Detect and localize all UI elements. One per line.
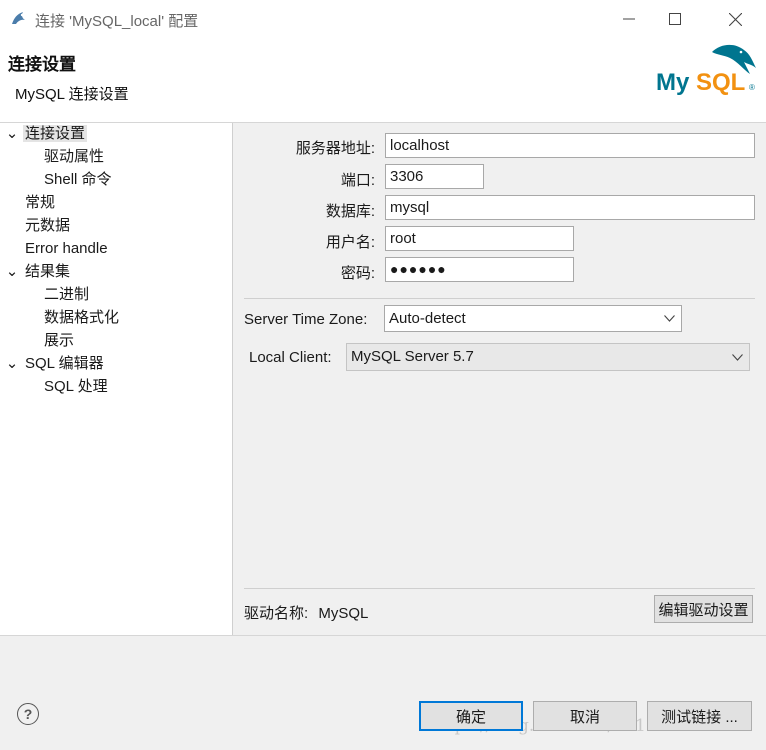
password-label: 密码: <box>340 265 375 282</box>
driver-name-label: 驱动名称: MySQL <box>244 602 368 623</box>
tree-item-label: Error handle <box>25 240 108 257</box>
tree-item-label: 常规 <box>25 194 56 211</box>
ok-button[interactable]: 确定 <box>419 701 523 731</box>
tree-item-binary[interactable]: 二进制 <box>44 284 89 306</box>
logo-text-my: My <box>656 69 690 96</box>
page-title: 连接设置 <box>8 55 76 74</box>
tree-item-general[interactable]: 常规 <box>25 192 55 214</box>
tree-item-connection-settings[interactable]: ⌄ 连接设置 <box>0 123 88 145</box>
divider <box>244 588 755 589</box>
edit-driver-settings-button[interactable]: 编辑驱动设置 <box>654 595 753 623</box>
settings-tree: ⌄ 连接设置 驱动属性 Shell 命令 常规 元数据 Error handle… <box>0 123 233 635</box>
timezone-label: Server Time Zone: <box>244 311 368 328</box>
dialog-header: 连接设置 MySQL 连接设置 My SQL ® <box>0 38 766 123</box>
maximize-icon <box>669 13 681 25</box>
close-button[interactable] <box>712 0 758 38</box>
tree-item-shell-commands[interactable]: Shell 命令 <box>44 169 112 191</box>
port-input[interactable]: 3306 <box>385 164 484 189</box>
tree-item-label: 数据格式化 <box>44 309 120 326</box>
username-label: 用户名: <box>325 234 375 251</box>
minimize-button[interactable] <box>606 0 652 38</box>
tree-item-driver-properties[interactable]: 驱动属性 <box>44 146 104 168</box>
chevron-down-icon <box>664 306 675 331</box>
database-input[interactable]: mysql <box>385 195 755 220</box>
chevron-down-icon[interactable]: ⌄ <box>6 123 19 145</box>
tree-item-label: 连接设置 <box>23 125 88 142</box>
title-bar: 连接 'MySQL_local' 配置 <box>0 0 766 38</box>
port-label: 端口: <box>340 172 375 189</box>
tree-item-data-formatting[interactable]: 数据格式化 <box>44 307 119 329</box>
tree-item-error-handle[interactable]: Error handle <box>25 238 108 260</box>
tree-item-metadata[interactable]: 元数据 <box>25 215 70 237</box>
tree-item-label: 结果集 <box>25 263 71 280</box>
chevron-down-icon[interactable]: ⌄ <box>6 353 19 375</box>
driver-name-value: MySQL <box>318 605 369 622</box>
window-title: 连接 'MySQL_local' 配置 <box>35 13 199 30</box>
maximize-button[interactable] <box>652 0 698 38</box>
cancel-button[interactable]: 取消 <box>533 701 637 731</box>
host-label: 服务器地址: <box>295 140 375 157</box>
password-input[interactable]: ●●●●●● <box>385 257 574 282</box>
logo-text-sql: SQL <box>696 69 745 96</box>
timezone-select[interactable]: Auto-detect <box>384 305 682 332</box>
mysql-logo: My SQL ® <box>656 44 756 96</box>
dbeaver-beaver-icon <box>12 12 25 24</box>
chevron-down-icon[interactable]: ⌄ <box>6 261 19 283</box>
tree-item-result-sets[interactable]: ⌄ 结果集 <box>0 261 72 283</box>
host-input[interactable]: localhost <box>385 133 755 158</box>
tree-item-label: SQL 编辑器 <box>25 355 104 372</box>
tree-item-sql-processing[interactable]: SQL 处理 <box>44 376 108 398</box>
tree-item-label: 元数据 <box>25 217 71 234</box>
close-icon <box>728 12 742 26</box>
test-connection-button[interactable]: 测试链接 ... <box>647 701 752 731</box>
tree-item-presentation[interactable]: 展示 <box>44 330 74 352</box>
tree-item-label: Shell 命令 <box>44 171 112 188</box>
chevron-down-icon <box>732 344 743 370</box>
tree-item-label: 二进制 <box>44 286 90 303</box>
tree-item-label: SQL 处理 <box>44 378 108 395</box>
divider <box>244 298 755 299</box>
page-description: MySQL 连接设置 <box>15 86 129 103</box>
connection-form: 服务器地址: localhost 端口: 3306 数据库: mysql 用户名… <box>233 123 766 635</box>
database-label: 数据库: <box>325 203 375 220</box>
tree-item-sql-editor[interactable]: ⌄ SQL 编辑器 <box>0 353 106 375</box>
logo-reg-mark: ® <box>749 83 755 92</box>
timezone-select-value: Auto-detect <box>389 310 466 327</box>
tree-item-label: 展示 <box>44 332 75 349</box>
tree-item-label: 驱动属性 <box>44 148 105 165</box>
help-icon[interactable]: ? <box>17 703 39 725</box>
local-client-select-value: MySQL Server 5.7 <box>351 348 474 365</box>
minimize-icon <box>623 18 635 20</box>
local-client-select[interactable]: MySQL Server 5.7 <box>346 343 750 371</box>
local-client-label: Local Client: <box>249 349 332 366</box>
username-input[interactable]: root <box>385 226 574 251</box>
driver-name-caption: 驱动名称: <box>244 605 309 622</box>
